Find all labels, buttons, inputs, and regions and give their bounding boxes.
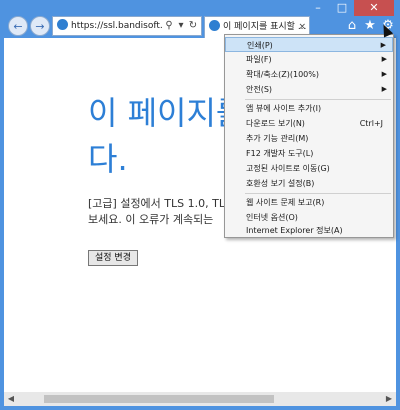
- forward-button[interactable]: →: [30, 16, 50, 36]
- error-description: [고급] 설정에서 TLS 1.0, TLS 보세요. 이 오류가 계속되는: [88, 196, 232, 228]
- refresh-icon[interactable]: ↻: [187, 17, 199, 35]
- menu-separator: [245, 99, 391, 100]
- error-description-line2: 보세요. 이 오류가 계속되는: [88, 213, 214, 226]
- menu-item-report-problem[interactable]: 웹 사이트 문제 보고(R): [225, 195, 393, 210]
- menu-item-zoom[interactable]: 확대/축소(Z)(100%) ▶: [225, 67, 393, 82]
- address-bar[interactable]: https://ssl.bandisoft.com/⚲▾↻: [52, 16, 202, 36]
- tools-menu: 인쇄(P) ▶ 파일(F) ▶ 확대/축소(Z)(100%) ▶ 안전(S) ▶ 앱 뷰…: [224, 34, 394, 238]
- ie-tab-icon: [209, 20, 220, 31]
- chevron-right-icon: ▶: [381, 70, 387, 78]
- chevron-down-icon[interactable]: ▾: [175, 17, 187, 35]
- search-icon[interactable]: ⚲: [163, 17, 175, 35]
- menu-item-manage-addons[interactable]: 추가 기능 관리(M): [225, 131, 393, 146]
- error-description-line1: [고급] 설정에서 TLS 1.0, TLS: [88, 197, 232, 210]
- menu-item-pinned-sites[interactable]: 고정된 사이트로 이동(G): [225, 161, 393, 176]
- chevron-right-icon: ▶: [381, 55, 387, 63]
- menu-item-print[interactable]: 인쇄(P) ▶: [225, 37, 393, 52]
- page-title-line1: 이 페이지를: [88, 94, 246, 132]
- chevron-right-icon: ▶: [381, 85, 387, 93]
- page-title: 이 페이지를 다.: [88, 90, 245, 182]
- menu-item-compat-view[interactable]: 호환성 보기 설정(B): [225, 176, 393, 191]
- tab-title: 이 페이지를 표시할 ...: [223, 22, 307, 32]
- change-settings-button[interactable]: 설정 변경: [88, 250, 138, 266]
- page-title-line2: 다.: [88, 140, 128, 178]
- home-icon[interactable]: ⌂: [344, 18, 360, 34]
- back-button[interactable]: ←: [8, 16, 28, 36]
- browser-window: – □ ✕ ← → https://ssl.bandisoft.com/⚲▾↻ …: [0, 0, 400, 410]
- chevron-right-icon: ▶: [380, 41, 386, 49]
- horizontal-scrollbar[interactable]: ◀ ▶: [4, 392, 396, 406]
- shortcut-label: Ctrl+J: [359, 119, 383, 128]
- scroll-left-icon[interactable]: ◀: [4, 392, 18, 406]
- menu-separator: [245, 193, 391, 194]
- menu-item-safety[interactable]: 안전(S) ▶: [225, 82, 393, 97]
- menu-item-add-to-apps[interactable]: 앱 뷰에 사이트 추가(I): [225, 101, 393, 116]
- menu-item-dev-tools[interactable]: F12 개발자 도구(L): [225, 146, 393, 161]
- scroll-right-icon[interactable]: ▶: [382, 392, 396, 406]
- favorites-icon[interactable]: ★: [362, 18, 378, 34]
- menu-item-internet-options[interactable]: 인터넷 옵션(O): [225, 210, 393, 225]
- menu-item-about-ie[interactable]: Internet Explorer 정보(A): [225, 225, 393, 237]
- scrollbar-thumb[interactable]: [44, 395, 274, 403]
- menu-item-downloads[interactable]: 다운로드 보기(N) Ctrl+J: [225, 116, 393, 131]
- ie-page-icon: [57, 19, 68, 30]
- menu-item-file[interactable]: 파일(F) ▶: [225, 52, 393, 67]
- address-text: https://ssl.bandisoft.com/: [71, 21, 163, 31]
